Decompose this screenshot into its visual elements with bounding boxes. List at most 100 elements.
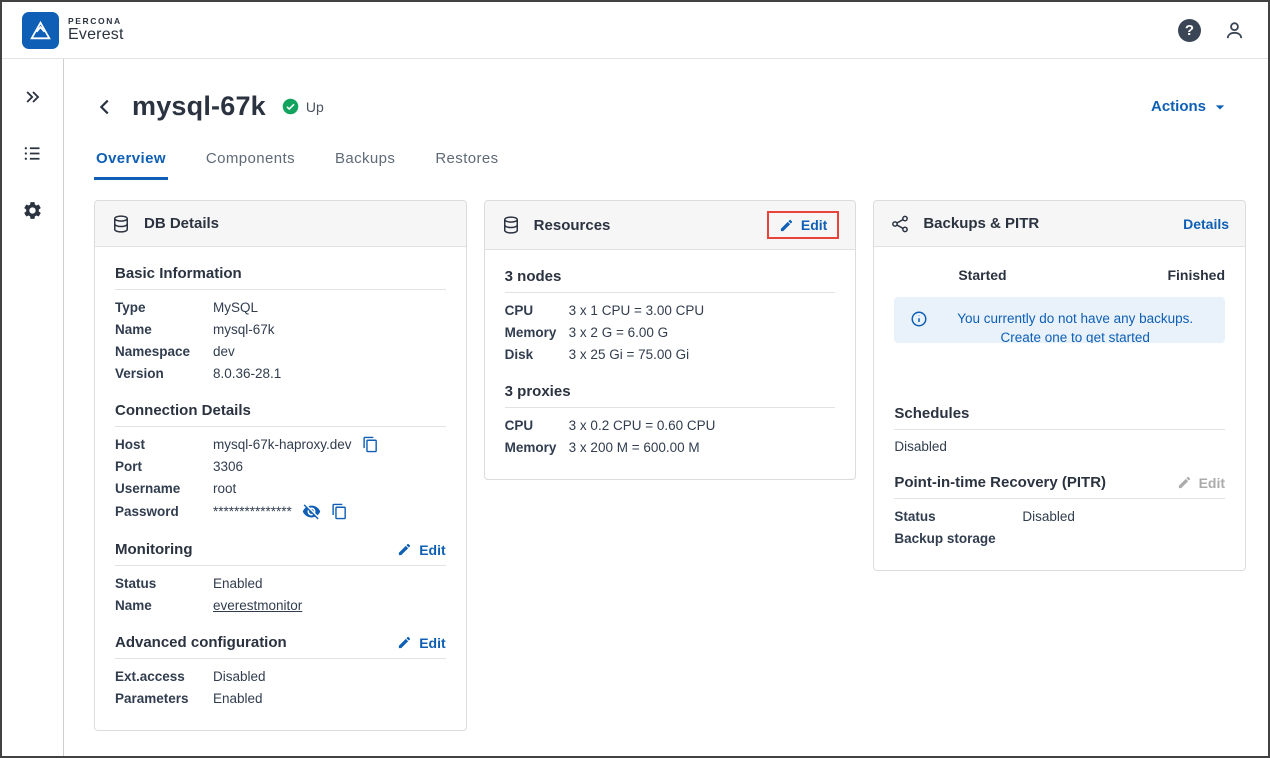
name-row: Name mysql-67k (115, 321, 446, 338)
database-icon (501, 215, 521, 235)
version-row: Version 8.0.36-28.1 (115, 365, 446, 382)
connection-details-title: Connection Details (115, 402, 251, 419)
password-row: Password *************** (115, 502, 446, 521)
pencil-icon (1177, 475, 1192, 490)
advanced-configuration-title: Advanced configuration (115, 634, 287, 651)
edit-highlight-annotation: Edit (767, 211, 839, 239)
eye-off-icon[interactable] (302, 502, 321, 521)
proxies-section: 3 proxies CPU 3 x 0.2 CPU = 0.60 CPU Mem… (505, 383, 836, 456)
pitr-backup-storage-row: Backup storage (894, 530, 1225, 547)
status-label: Up (306, 99, 324, 115)
db-details-card-header: DB Details (95, 201, 466, 247)
resources-title: Resources (534, 217, 611, 234)
pencil-icon (779, 218, 794, 233)
brand-everest: Everest (68, 26, 124, 44)
sidebar-expand-icon[interactable] (23, 87, 43, 107)
topbar-actions: ? (1178, 19, 1246, 42)
chevron-down-icon (1210, 97, 1230, 117)
info-icon (910, 310, 928, 328)
basic-information-section: Basic Information Type MySQL Name mysql-… (115, 265, 446, 382)
pitr-title: Point-in-time Recovery (PITR) (894, 474, 1106, 491)
pencil-icon (397, 635, 412, 650)
tab-components[interactable]: Components (204, 150, 297, 180)
copy-icon[interactable] (331, 503, 348, 520)
monitoring-status-row: Status Enabled (115, 575, 446, 592)
cards-container: DB Details Basic Information Type MySQL (94, 200, 1246, 731)
started-column-header: Started (958, 267, 1006, 283)
alert-message: You currently do not have any backups. C… (939, 309, 1211, 343)
nodes-cpu-row: CPU 3 x 1 CPU = 3.00 CPU (505, 302, 836, 319)
copy-icon[interactable] (362, 436, 379, 453)
no-backups-alert: You currently do not have any backups. C… (894, 297, 1225, 343)
monitoring-title: Monitoring (115, 541, 192, 558)
connection-details-section: Connection Details Host mysql-67k-haprox… (115, 402, 446, 521)
advanced-configuration-section: Advanced configuration Edit Ext.access D… (115, 634, 446, 707)
backups-table-header: Started Finished (894, 259, 1225, 295)
backups-title: Backups & PITR (923, 215, 1039, 232)
tab-restores[interactable]: Restores (433, 150, 500, 180)
nodes-memory-row: Memory 3 x 2 G = 6.00 G (505, 324, 836, 341)
pitr-status-row: Status Disabled (894, 508, 1225, 525)
settings-gear-icon[interactable] (22, 200, 43, 221)
monitoring-section: Monitoring Edit Status Enabled (115, 541, 446, 614)
app-body: mysql-67k Up Actions Overview (2, 59, 1268, 756)
schedules-value: Disabled (894, 439, 1225, 454)
monitoring-edit-button[interactable]: Edit (397, 542, 445, 558)
host-value: mysql-67k-haproxy.dev (213, 437, 352, 452)
brand-percona: PERCONA (68, 17, 124, 26)
basic-information-title: Basic Information (115, 265, 242, 282)
pencil-icon (397, 542, 412, 557)
monitoring-name-row: Name everestmonitor (115, 597, 446, 614)
check-circle-icon (282, 98, 299, 115)
pitr-section: Point-in-time Recovery (PITR) Edit Statu… (894, 474, 1225, 547)
nodes-section: 3 nodes CPU 3 x 1 CPU = 3.00 CPU Memory … (505, 268, 836, 363)
backups-details-link[interactable]: Details (1183, 216, 1229, 232)
status-badge: Up (282, 98, 324, 115)
monitoring-name-link[interactable]: everestmonitor (213, 598, 302, 613)
actions-button[interactable]: Actions (1151, 97, 1246, 117)
password-masked-value: *************** (213, 504, 292, 519)
page-title: mysql-67k (132, 91, 266, 122)
schedules-title: Schedules (894, 405, 969, 422)
proxies-memory-row: Memory 3 x 200 M = 600.00 M (505, 439, 836, 456)
namespace-row: Namespace dev (115, 343, 446, 360)
tab-overview[interactable]: Overview (94, 150, 168, 180)
percona-logo-icon (22, 12, 59, 49)
resources-card: Resources Edit 3 nodes (484, 200, 857, 480)
db-details-title: DB Details (144, 215, 219, 232)
ext-access-row: Ext.access Disabled (115, 668, 446, 685)
main-content: mysql-67k Up Actions Overview (64, 59, 1268, 756)
backups-pitr-card: Backups & PITR Details Started Finished (873, 200, 1246, 571)
proxies-title: 3 proxies (505, 383, 571, 400)
advanced-configuration-edit-button[interactable]: Edit (397, 635, 445, 651)
top-bar: PERCONA Everest ? (2, 2, 1268, 59)
user-icon[interactable] (1223, 19, 1246, 42)
sidebar (2, 59, 64, 756)
host-row: Host mysql-67k-haproxy.dev (115, 436, 446, 453)
nodes-title: 3 nodes (505, 268, 562, 285)
db-details-card: DB Details Basic Information Type MySQL (94, 200, 467, 731)
type-row: Type MySQL (115, 299, 446, 316)
brand-text: PERCONA Everest (68, 17, 124, 44)
resources-card-header: Resources Edit (485, 201, 856, 250)
resources-edit-button[interactable]: Edit (779, 217, 827, 233)
parameters-row: Parameters Enabled (115, 690, 446, 707)
nodes-disk-row: Disk 3 x 25 Gi = 75.00 Gi (505, 346, 836, 363)
help-icon[interactable]: ? (1178, 19, 1201, 42)
brand-logo[interactable]: PERCONA Everest (22, 12, 124, 49)
backups-card-header: Backups & PITR Details (874, 201, 1245, 247)
tab-backups[interactable]: Backups (333, 150, 397, 180)
tab-bar: Overview Components Backups Restores (94, 150, 1246, 180)
proxies-cpu-row: CPU 3 x 0.2 CPU = 0.60 CPU (505, 417, 836, 434)
back-button[interactable] (94, 96, 116, 118)
database-list-icon[interactable] (22, 143, 43, 164)
schedules-section: Schedules Disabled (894, 405, 1225, 454)
database-icon (111, 214, 131, 234)
actions-label: Actions (1151, 98, 1206, 115)
port-row: Port 3306 (115, 458, 446, 475)
pitr-edit-button[interactable]: Edit (1177, 475, 1225, 491)
username-row: Username root (115, 480, 446, 497)
network-icon (890, 214, 910, 234)
page-header: mysql-67k Up Actions (94, 91, 1246, 122)
app-window: PERCONA Everest ? (0, 0, 1270, 758)
